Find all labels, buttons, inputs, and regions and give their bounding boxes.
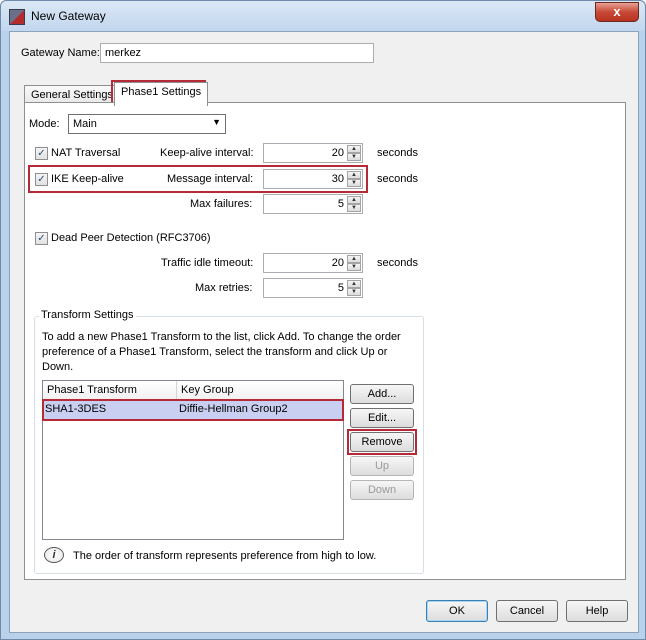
remove-button-highlight [347,429,417,455]
ike-keep-alive-highlight [28,165,368,193]
dead-peer-detection-checkbox[interactable]: ✓ [35,232,48,245]
stepper-down-icon[interactable]: ▼ [347,153,361,161]
edit-transform-button[interactable]: Edit... [350,408,414,428]
phase1-settings-panel: Mode: Main ▼ ✓ NAT Traversal Keep-alive … [24,102,626,580]
stepper-down-icon[interactable]: ▼ [347,204,361,212]
max-retries-label: Max retries: [195,282,253,294]
nat-traversal-label: NAT Traversal [51,147,121,159]
transform-description: To add a new Phase1 Transform to the lis… [42,331,401,373]
traffic-idle-unit: seconds [377,257,418,269]
chevron-down-icon: ▼ [212,117,221,127]
gateway-name-input[interactable]: merkez [100,43,374,63]
transform-settings-group: Transform Settings To add a new Phase1 T… [34,309,424,574]
ok-button[interactable]: OK [426,600,488,622]
stepper-down-icon[interactable]: ▼ [347,263,361,271]
stepper-up-icon[interactable]: ▲ [347,280,361,288]
gateway-name-label: Gateway Name: [21,47,100,59]
cancel-button[interactable]: Cancel [496,600,558,622]
keep-alive-interval-stepper[interactable]: 20 ▲ ▼ [263,143,363,163]
keep-alive-interval-label: Keep-alive interval: [160,147,254,159]
dialog-window: New Gateway x Gateway Name: merkez Gener… [0,0,646,640]
dialog-client-area: Gateway Name: merkez General Settings Ph… [9,31,639,633]
keep-alive-interval-value: 20 [331,147,344,159]
help-button[interactable]: Help [566,600,628,622]
max-failures-stepper[interactable]: 5 ▲ ▼ [263,194,363,214]
stepper-up-icon[interactable]: ▲ [347,196,361,204]
transform-settings-title: Transform Settings [39,309,136,321]
nat-traversal-checkbox[interactable]: ✓ [35,147,48,160]
max-failures-label: Max failures: [190,198,253,210]
transform-table[interactable]: Phase1 Transform Key Group SHA1-3DES Dif… [42,380,344,540]
transform-order-note: The order of transform represents prefer… [73,550,377,562]
tab-phase1-settings[interactable]: Phase1 Settings [114,82,209,106]
column-header-phase1-transform[interactable]: Phase1 Transform [43,381,177,401]
close-button[interactable]: x [595,2,639,22]
message-interval-unit: seconds [377,173,418,185]
keep-alive-unit: seconds [377,147,418,159]
traffic-idle-timeout-value: 20 [331,257,344,269]
move-down-button[interactable]: Down [350,480,414,500]
max-retries-stepper[interactable]: 5 ▲ ▼ [263,278,363,298]
app-icon [9,9,25,25]
title-bar[interactable]: New Gateway x [1,1,645,31]
stepper-up-icon[interactable]: ▲ [347,145,361,153]
stepper-up-icon[interactable]: ▲ [347,255,361,263]
max-failures-value: 5 [337,198,344,210]
traffic-idle-timeout-label: Traffic idle timeout: [161,257,254,269]
mode-label: Mode: [29,118,60,130]
traffic-idle-timeout-stepper[interactable]: 20 ▲ ▼ [263,253,363,273]
add-transform-button[interactable]: Add... [350,384,414,404]
dead-peer-detection-label: Dead Peer Detection (RFC3706) [51,232,211,244]
transform-row-highlight [42,399,344,421]
move-up-button[interactable]: Up [350,456,414,476]
mode-dropdown[interactable]: Main ▼ [68,114,226,134]
column-header-key-group[interactable]: Key Group [177,381,343,401]
mode-selected-value: Main [73,118,97,130]
max-retries-value: 5 [337,282,344,294]
window-title: New Gateway [31,9,106,23]
stepper-down-icon[interactable]: ▼ [347,288,361,296]
info-icon: i [44,547,64,563]
